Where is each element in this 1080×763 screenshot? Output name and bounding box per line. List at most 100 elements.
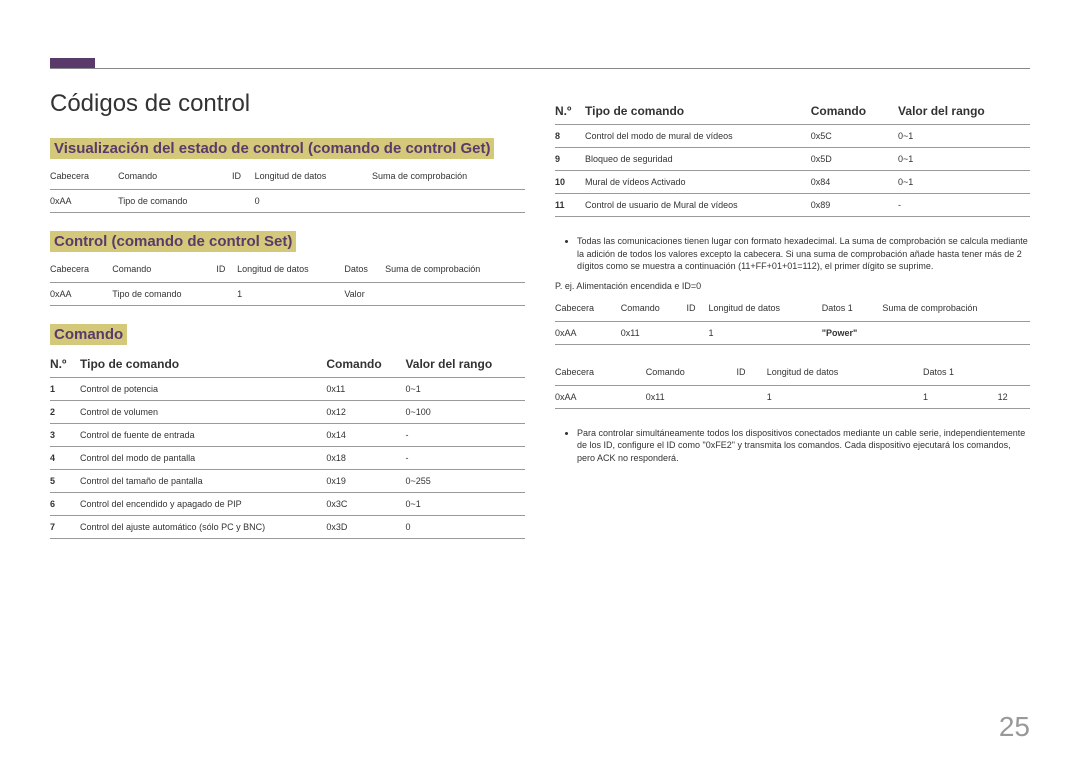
- th: Cabecera: [555, 363, 646, 386]
- td-nro: 2: [50, 401, 80, 424]
- section-comando-heading: Comando: [50, 324, 127, 345]
- page-number: 25: [999, 711, 1030, 743]
- get-table: Cabecera Comando ID Longitud de datos Su…: [50, 167, 525, 213]
- td-nro: 8: [555, 125, 585, 148]
- td-cmd: 0x19: [326, 470, 405, 493]
- th-rango: Valor del rango: [405, 353, 525, 378]
- td: Tipo de comando: [112, 283, 216, 306]
- comando-table-left: N.º Tipo de comando Comando Valor del ra…: [50, 353, 525, 539]
- th: Datos: [344, 260, 385, 283]
- td: Valor: [344, 283, 385, 306]
- note-list-1: Todas las comunicaciones tienen lugar co…: [567, 235, 1030, 273]
- td-tipo: Bloqueo de seguridad: [585, 148, 811, 171]
- td-nro: 1: [50, 378, 80, 401]
- td-cmd: 0x14: [326, 424, 405, 447]
- td: 1: [767, 385, 923, 408]
- td-power: "Power": [822, 321, 883, 344]
- th: Datos 1: [822, 299, 883, 322]
- th: ID: [216, 260, 237, 283]
- td-tipo: Control de potencia: [80, 378, 326, 401]
- td-tipo: Control del encendido y apagado de PIP: [80, 493, 326, 516]
- th-rango: Valor del rango: [898, 100, 1030, 125]
- td-rango: -: [405, 447, 525, 470]
- note-list-2: Para controlar simultáneamente todos los…: [567, 427, 1030, 465]
- section-get-heading: Visualización del estado de control (com…: [50, 138, 494, 159]
- page-title: Códigos de control: [50, 90, 525, 118]
- th: Longitud de datos: [708, 299, 821, 322]
- td: 1: [708, 321, 821, 344]
- th-tipo: Tipo de comando: [585, 100, 811, 125]
- td-rango: -: [405, 424, 525, 447]
- td-cmd: 0x3C: [326, 493, 405, 516]
- td-cmd: 0x12: [326, 401, 405, 424]
- td-tipo: Control de volumen: [80, 401, 326, 424]
- td: [737, 385, 767, 408]
- th: Comando: [118, 167, 232, 190]
- td-nro: 7: [50, 516, 80, 539]
- td-tipo: Control del modo de mural de vídeos: [585, 125, 811, 148]
- td-nro: 9: [555, 148, 585, 171]
- td-cmd: 0x5C: [811, 125, 898, 148]
- td-tipo: Control del tamaño de pantalla: [80, 470, 326, 493]
- td-rango: 0~1: [898, 148, 1030, 171]
- example-table-1: Cabecera Comando ID Longitud de datos Da…: [555, 299, 1030, 345]
- th: ID: [737, 363, 767, 386]
- header-divider: [50, 68, 1030, 69]
- td: 0xAA: [555, 385, 646, 408]
- td-cmd: 0x11: [326, 378, 405, 401]
- td-cmd: 0x5D: [811, 148, 898, 171]
- td: [216, 283, 237, 306]
- td-rango: -: [898, 194, 1030, 217]
- td: 1: [237, 283, 344, 306]
- table-row: 3Control de fuente de entrada0x14-: [50, 424, 525, 447]
- example-table-2: Cabecera Comando ID Longitud de datos Da…: [555, 363, 1030, 409]
- th: Longitud de datos: [255, 167, 372, 190]
- td-tipo: Mural de vídeos Activado: [585, 171, 811, 194]
- table-row: 5Control del tamaño de pantalla0x190~255: [50, 470, 525, 493]
- th: Suma de comprobación: [372, 167, 525, 190]
- td-tipo: Control de usuario de Mural de vídeos: [585, 194, 811, 217]
- page-content: Códigos de control Visualización del est…: [0, 0, 1080, 597]
- th: Cabecera: [50, 167, 118, 190]
- td-cmd: 0x18: [326, 447, 405, 470]
- th: ID: [687, 299, 709, 322]
- th: Comando: [646, 363, 737, 386]
- td-rango: 0: [405, 516, 525, 539]
- th-cmd: Comando: [326, 353, 405, 378]
- td-cmd: 0x3D: [326, 516, 405, 539]
- th: ID: [232, 167, 255, 190]
- td-nro: 3: [50, 424, 80, 447]
- td-rango: 0~1: [898, 125, 1030, 148]
- td: 0xAA: [50, 190, 118, 213]
- td: 12: [998, 385, 1030, 408]
- td-nro: 11: [555, 194, 585, 217]
- right-column: N.º Tipo de comando Comando Valor del ra…: [555, 40, 1030, 557]
- table-row: 7Control del ajuste automático (sólo PC …: [50, 516, 525, 539]
- td-tipo: Control del ajuste automático (sólo PC y…: [80, 516, 326, 539]
- td: Tipo de comando: [118, 190, 232, 213]
- td-rango: 0~255: [405, 470, 525, 493]
- example-label: P. ej. Alimentación encendida e ID=0: [555, 281, 1030, 291]
- table-row: 10Mural de vídeos Activado0x840~1: [555, 171, 1030, 194]
- th: Longitud de datos: [237, 260, 344, 283]
- table-row: 2Control de volumen0x120~100: [50, 401, 525, 424]
- th-nro: N.º: [555, 100, 585, 125]
- th: Suma de comprobación: [882, 299, 1030, 322]
- td-nro: 5: [50, 470, 80, 493]
- table-row: 11Control de usuario de Mural de vídeos0…: [555, 194, 1030, 217]
- left-column: Códigos de control Visualización del est…: [50, 40, 525, 557]
- th: Cabecera: [50, 260, 112, 283]
- td-cmd: 0x89: [811, 194, 898, 217]
- th: Comando: [621, 299, 687, 322]
- td-tipo: Control del modo de pantalla: [80, 447, 326, 470]
- td: 0x11: [621, 321, 687, 344]
- td: [372, 190, 525, 213]
- th: Cabecera: [555, 299, 621, 322]
- table-row: 9Bloqueo de seguridad0x5D0~1: [555, 148, 1030, 171]
- table-row: 8Control del modo de mural de vídeos0x5C…: [555, 125, 1030, 148]
- td: [687, 321, 709, 344]
- th: Suma de comprobación: [385, 260, 525, 283]
- td-rango: 0~1: [405, 493, 525, 516]
- td-cmd: 0x84: [811, 171, 898, 194]
- section-set-heading: Control (comando de control Set): [50, 231, 296, 252]
